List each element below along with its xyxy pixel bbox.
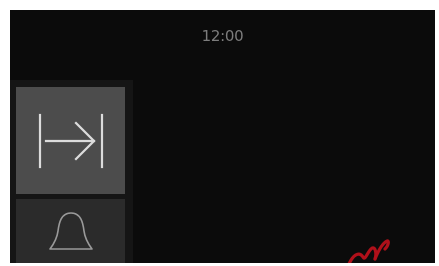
red-ink-mark (345, 237, 391, 263)
status-bar: 12:00 (10, 10, 435, 66)
skip-to-end-button[interactable] (16, 87, 125, 194)
bell-icon (47, 209, 95, 255)
skip-to-end-icon (34, 111, 108, 171)
bell-button[interactable] (16, 199, 125, 263)
device-screen: 12:00 (10, 10, 435, 263)
side-panel (10, 80, 133, 263)
clock-time: 12:00 (201, 27, 244, 45)
